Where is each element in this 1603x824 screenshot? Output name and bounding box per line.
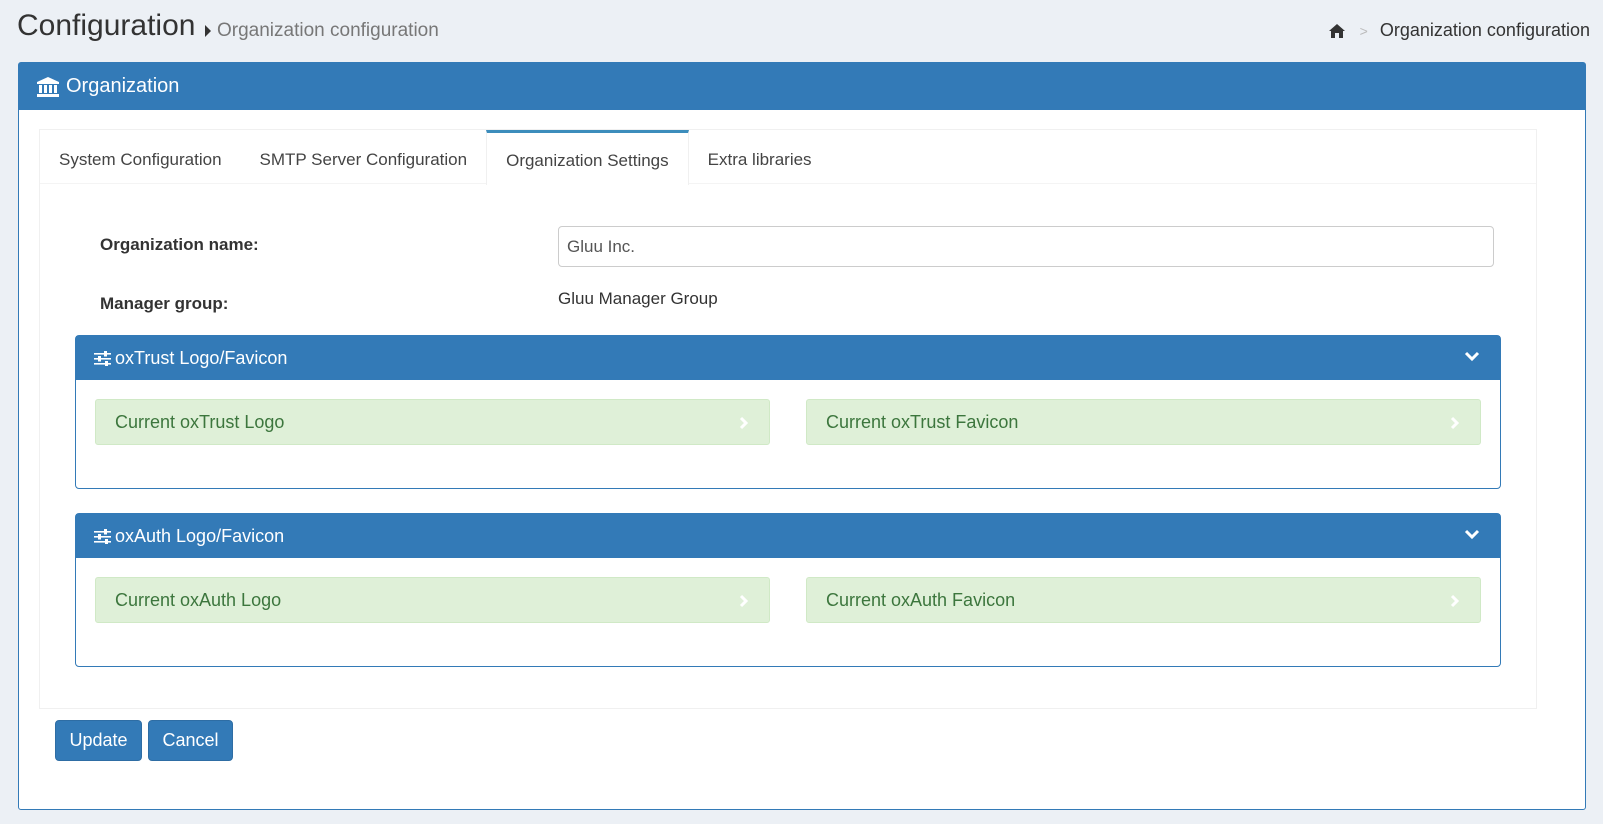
page-subtitle-text: Organization configuration — [217, 20, 439, 41]
breadcrumb: > Organization configuration — [1328, 20, 1590, 41]
sliders-icon — [94, 528, 111, 544]
org-name-label: Organization name: — [100, 235, 259, 254]
manager-group-value: Gluu Manager Group — [558, 289, 718, 308]
sliders-icon — [94, 350, 111, 366]
current-oxauth-favicon-label: Current oxAuth Favicon — [826, 589, 1016, 610]
chevron-down-icon[interactable] — [1464, 350, 1480, 362]
chevron-right-icon — [1450, 594, 1460, 608]
home-icon[interactable] — [1328, 23, 1346, 39]
current-oxauth-favicon-item[interactable]: Current oxAuth Favicon — [806, 577, 1481, 623]
tab-bar: System Configuration SMTP Server Configu… — [40, 130, 1536, 185]
cancel-button[interactable]: Cancel — [148, 720, 233, 761]
box-title: Organization — [66, 75, 180, 97]
current-oxtrust-favicon-item[interactable]: Current oxTrust Favicon — [806, 399, 1481, 445]
breadcrumb-current: Organization configuration — [1379, 20, 1590, 40]
update-button[interactable]: Update — [55, 720, 142, 761]
page-subtitle: Organization configuration — [205, 20, 439, 42]
organization-box: Organization System Configuration SMTP S… — [18, 62, 1586, 810]
tabs-container: System Configuration SMTP Server Configu… — [39, 129, 1537, 709]
org-name-row: Organization name: — [100, 235, 259, 255]
current-oxtrust-favicon-label: Current oxTrust Favicon — [826, 411, 1019, 432]
manager-group-value-row: Gluu Manager Group — [558, 289, 718, 309]
panel-title-oxtrust: oxTrust Logo/Favicon — [115, 347, 288, 368]
current-oxauth-logo-label: Current oxAuth Logo — [115, 589, 282, 610]
panel-heading-oxtrust[interactable]: oxTrust Logo/Favicon — [76, 336, 1500, 380]
manager-group-label-row: Manager group: — [100, 294, 228, 314]
breadcrumb-separator: > — [1359, 22, 1368, 39]
chevron-right-icon — [1450, 416, 1460, 430]
caret-right-icon — [205, 25, 211, 37]
tab-smtp-server-configuration[interactable]: SMTP Server Configuration — [241, 130, 487, 184]
tab-system-configuration[interactable]: System Configuration — [40, 130, 241, 184]
current-oxtrust-logo-item[interactable]: Current oxTrust Logo — [95, 399, 770, 445]
manager-group-label: Manager group: — [100, 294, 229, 313]
content-header: Configuration Organization configuration… — [0, 0, 1603, 62]
panel-oxauth-logo-favicon: oxAuth Logo/Favicon Current oxAuth Logo … — [75, 513, 1501, 667]
chevron-right-icon — [739, 416, 749, 430]
tab-extra-libraries[interactable]: Extra libraries — [689, 130, 831, 184]
tab-organization-settings[interactable]: Organization Settings — [486, 130, 689, 185]
current-oxtrust-logo-label: Current oxTrust Logo — [115, 411, 285, 432]
current-oxauth-logo-item[interactable]: Current oxAuth Logo — [95, 577, 770, 623]
page-title: Configuration — [17, 9, 196, 42]
panel-heading-oxauth[interactable]: oxAuth Logo/Favicon — [76, 514, 1500, 558]
bank-icon — [37, 76, 59, 97]
panel-title-oxauth: oxAuth Logo/Favicon — [115, 525, 285, 546]
org-name-input[interactable] — [558, 226, 1494, 267]
chevron-right-icon — [739, 594, 749, 608]
panel-oxtrust-logo-favicon: oxTrust Logo/Favicon Current oxTrust Log… — [75, 335, 1501, 489]
box-header: Organization — [19, 63, 1585, 110]
chevron-down-icon[interactable] — [1464, 528, 1480, 540]
